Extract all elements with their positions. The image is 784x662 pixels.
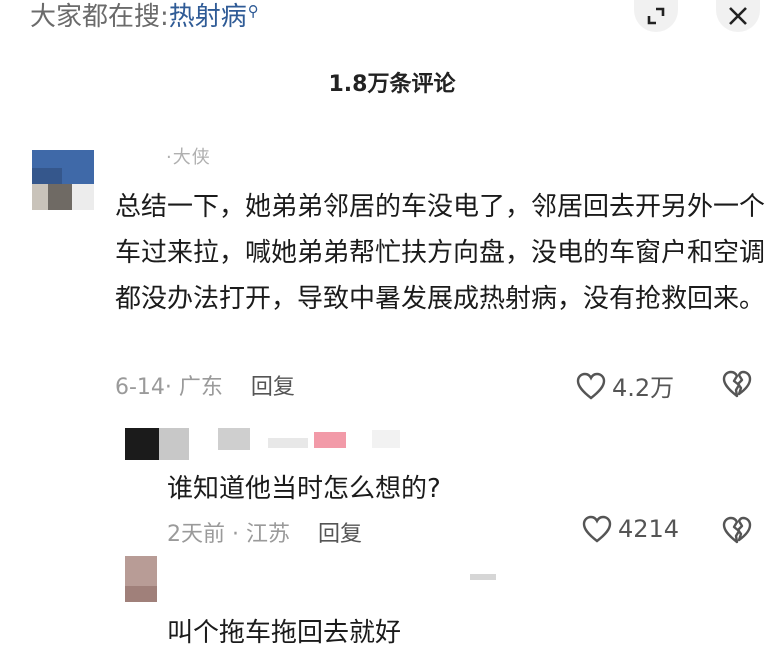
search-prefix: 大家都在搜: <box>30 2 169 32</box>
reply-date-location: 2天前 · 江苏 <box>167 522 290 547</box>
close-icon <box>729 7 747 25</box>
reply-button[interactable]: 回复 <box>251 375 295 400</box>
heart-icon <box>582 515 612 543</box>
dislike-button[interactable] <box>722 516 752 548</box>
reply-text: 谁知道他当时怎么想的? <box>167 474 441 504</box>
avatar[interactable] <box>32 150 94 210</box>
top-bar: 大家都在搜:热射病⚲ <box>0 0 784 40</box>
comments-count-title: 1.8万条评论 <box>328 72 456 97</box>
collapse-icon <box>647 7 665 25</box>
reply-username[interactable] <box>470 574 496 580</box>
search-suggestion[interactable]: 大家都在搜:热射病⚲ <box>30 0 259 37</box>
reply-text: 叫个拖车拖回去就好 <box>167 618 402 648</box>
broken-heart-icon <box>722 516 752 544</box>
broken-heart-icon <box>722 370 752 398</box>
comment-text: 总结一下，她弟弟邻居的车没电了，邻居回去开另外一个车过来拉，喊她弟弟帮忙扶方向盘… <box>115 192 766 314</box>
search-keyword[interactable]: 热射病 <box>169 2 247 32</box>
reply-username[interactable] <box>218 428 400 450</box>
reply-avatar[interactable] <box>125 556 157 602</box>
collapse-button[interactable] <box>634 0 678 32</box>
heart-icon <box>576 372 606 400</box>
reply-meta: 2天前 · 江苏 回复 <box>167 516 362 548</box>
like-button[interactable]: 4214 <box>582 515 679 543</box>
like-count: 4.2万 <box>612 374 675 402</box>
dislike-button[interactable] <box>722 370 752 402</box>
reply-button[interactable]: 回复 <box>318 522 362 547</box>
comment-username[interactable]: ·大侠 <box>166 143 211 169</box>
comment-date-location: 6-14· 广东 <box>115 375 223 400</box>
like-count: 4214 <box>618 515 680 543</box>
close-button[interactable] <box>716 0 760 32</box>
like-button[interactable]: 4.2万 <box>576 368 674 403</box>
reply-avatar[interactable] <box>125 428 189 460</box>
comment-meta: 6-14· 广东 回复 <box>115 369 295 401</box>
search-icon: ⚲ <box>247 2 259 20</box>
